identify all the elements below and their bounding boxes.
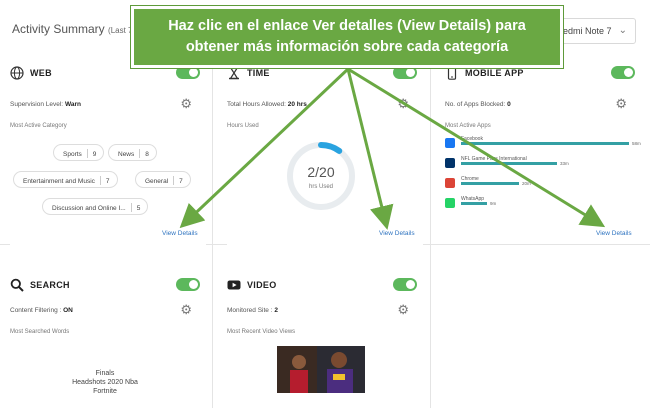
arrow-to-time xyxy=(346,67,394,230)
arrow-to-mobile xyxy=(346,67,606,228)
instruction-callout: Haz clic en el enlace Ver detalles (View… xyxy=(130,5,564,69)
arrow-to-web xyxy=(179,67,350,229)
